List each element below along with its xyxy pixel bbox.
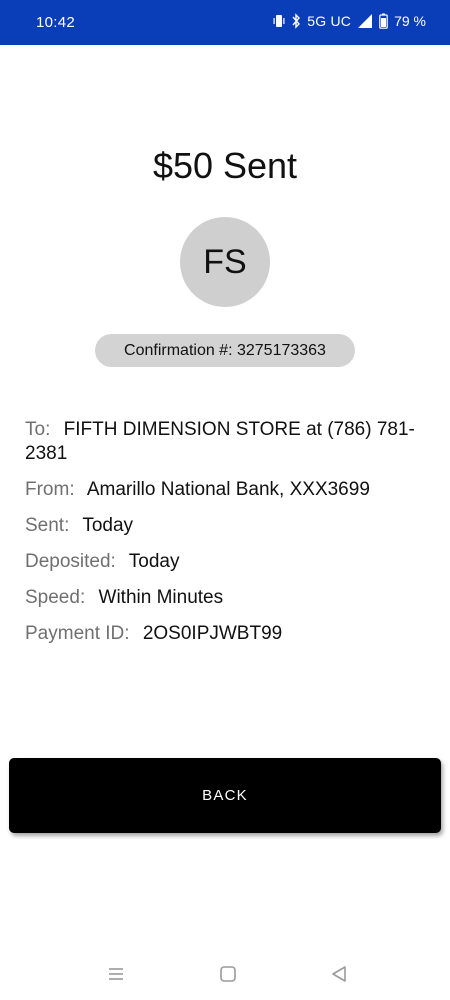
detail-row-sent: Sent: Today: [25, 514, 425, 538]
detail-value: 2OS0IPJWBT99: [142, 623, 283, 644]
detail-value: FIFTH DIMENSION STORE at (786) 781-2381: [25, 419, 415, 464]
detail-label: To:: [25, 419, 51, 440]
status-bar: 10:42 5G UC 79 %: [0, 0, 450, 45]
detail-label: Deposited:: [25, 551, 116, 572]
system-nav-bar: [0, 950, 450, 1000]
home-icon[interactable]: [216, 962, 240, 986]
status-time: 10:42: [36, 14, 76, 31]
battery-percent: 79 %: [394, 13, 426, 29]
detail-row-from: From: Amarillo National Bank, XXX3699: [25, 478, 425, 502]
detail-value: Today: [128, 551, 180, 572]
vibrate-icon: [273, 15, 285, 27]
network-label: 5G UC: [307, 13, 352, 29]
battery-icon: [379, 13, 388, 29]
menu-icon[interactable]: [104, 962, 128, 986]
detail-value: Within Minutes: [98, 587, 224, 608]
bluetooth-icon: [292, 13, 301, 29]
detail-label: Sent:: [25, 515, 70, 536]
avatar: FS: [180, 217, 270, 307]
detail-value: Today: [82, 515, 134, 536]
detail-row-to: To: FIFTH DIMENSION STORE at (786) 781-2…: [25, 418, 425, 466]
back-icon[interactable]: [327, 962, 351, 986]
detail-row-deposited: Deposited: Today: [25, 550, 425, 574]
payment-details: To: FIFTH DIMENSION STORE at (786) 781-2…: [25, 418, 425, 658]
detail-label: Payment ID:: [25, 623, 130, 644]
detail-label: Speed:: [25, 587, 86, 608]
detail-row-payment-id: Payment ID: 2OS0IPJWBT99: [25, 622, 425, 646]
detail-row-speed: Speed: Within Minutes: [25, 586, 425, 610]
signal-icon: [358, 14, 373, 28]
detail-value: Amarillo National Bank, XXX3699: [86, 479, 370, 500]
status-icons: 5G UC 79 %: [273, 13, 426, 29]
back-button[interactable]: BACK: [9, 758, 441, 833]
detail-label: From:: [25, 479, 75, 500]
confirmation-badge: Confirmation #: 3275173363: [95, 334, 355, 367]
page-title: $50 Sent: [152, 145, 298, 186]
